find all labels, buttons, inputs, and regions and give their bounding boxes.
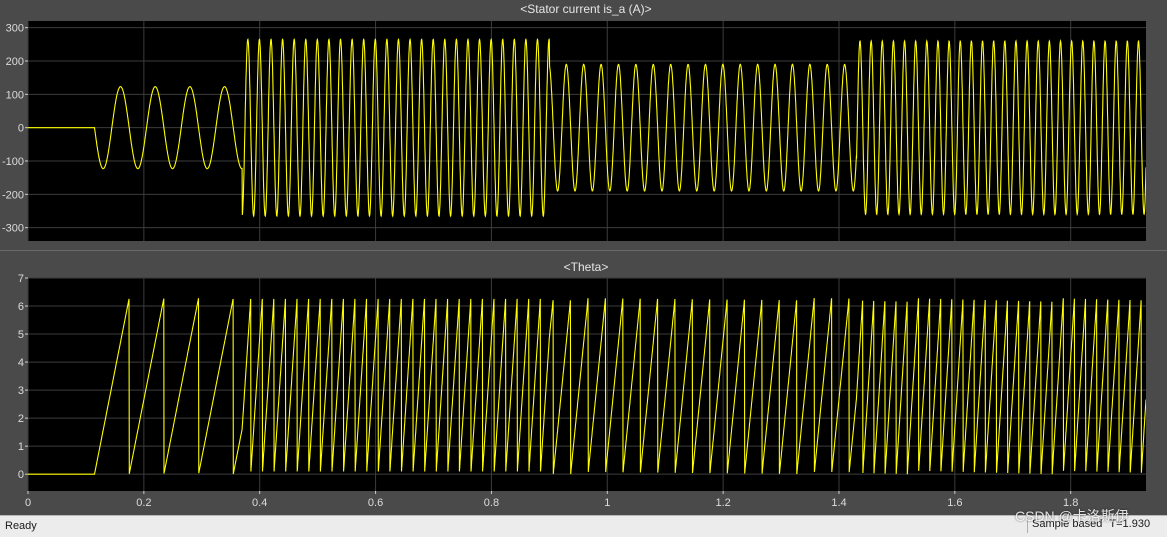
y-tick-label: 200 (6, 56, 24, 68)
x-tick-label: 0.8 (484, 497, 499, 509)
y-tick-label: 1 (18, 441, 24, 453)
panel-separator (0, 250, 1167, 251)
x-tick-label: 1 (604, 497, 610, 509)
y-tick-label: 7 (18, 273, 24, 285)
stator-current-panel: <Stator current is_a (A)> 300 200 100 0 -100… (2, 2, 1146, 241)
y-tick-label: 4 (18, 357, 24, 369)
y-tick-label: 0 (18, 469, 24, 481)
stator-current-title: <Stator current is_a (A)> (520, 2, 651, 16)
status-ready-text: Ready (5, 520, 37, 532)
y-tick-label: -100 (2, 156, 24, 168)
x-tick-label: 1.4 (831, 497, 846, 509)
y-tick-label: 300 (6, 23, 24, 35)
scope-figure: <Stator current is_a (A)> 3002001000-100… (0, 0, 1167, 515)
x-tick-label: 0.2 (136, 497, 151, 509)
theta-panel: <Theta> 7 6 5 4 3 2 1 0 0 0.2 0.4 0.6 0.8 1 1.2 1.4 1.6… (18, 260, 1146, 509)
y-tick-label: 6 (18, 301, 24, 313)
status-bar: Ready Sample based T=1.930 (0, 515, 1167, 537)
y-tick-label: 2 (18, 413, 24, 425)
y-tick-label: -300 (2, 223, 24, 235)
theta-title: <Theta> (564, 260, 609, 274)
x-tick-label: 1.6 (947, 497, 962, 509)
x-tick-label: 0 (25, 497, 31, 509)
y-tick-label: 100 (6, 89, 24, 101)
y-tick-label: 0 (18, 123, 24, 135)
x-tick-label: 0.6 (368, 497, 383, 509)
x-tick-label: 1.2 (715, 497, 730, 509)
stator-current-plot-area (28, 21, 1146, 241)
watermark-text: CSDN @卡洛斯伊 (1015, 508, 1129, 524)
y-tick-label: 5 (18, 329, 24, 341)
x-tick-label: 0.4 (252, 497, 267, 509)
y-tick-label: -200 (2, 189, 24, 201)
y-tick-label: 3 (18, 385, 24, 397)
